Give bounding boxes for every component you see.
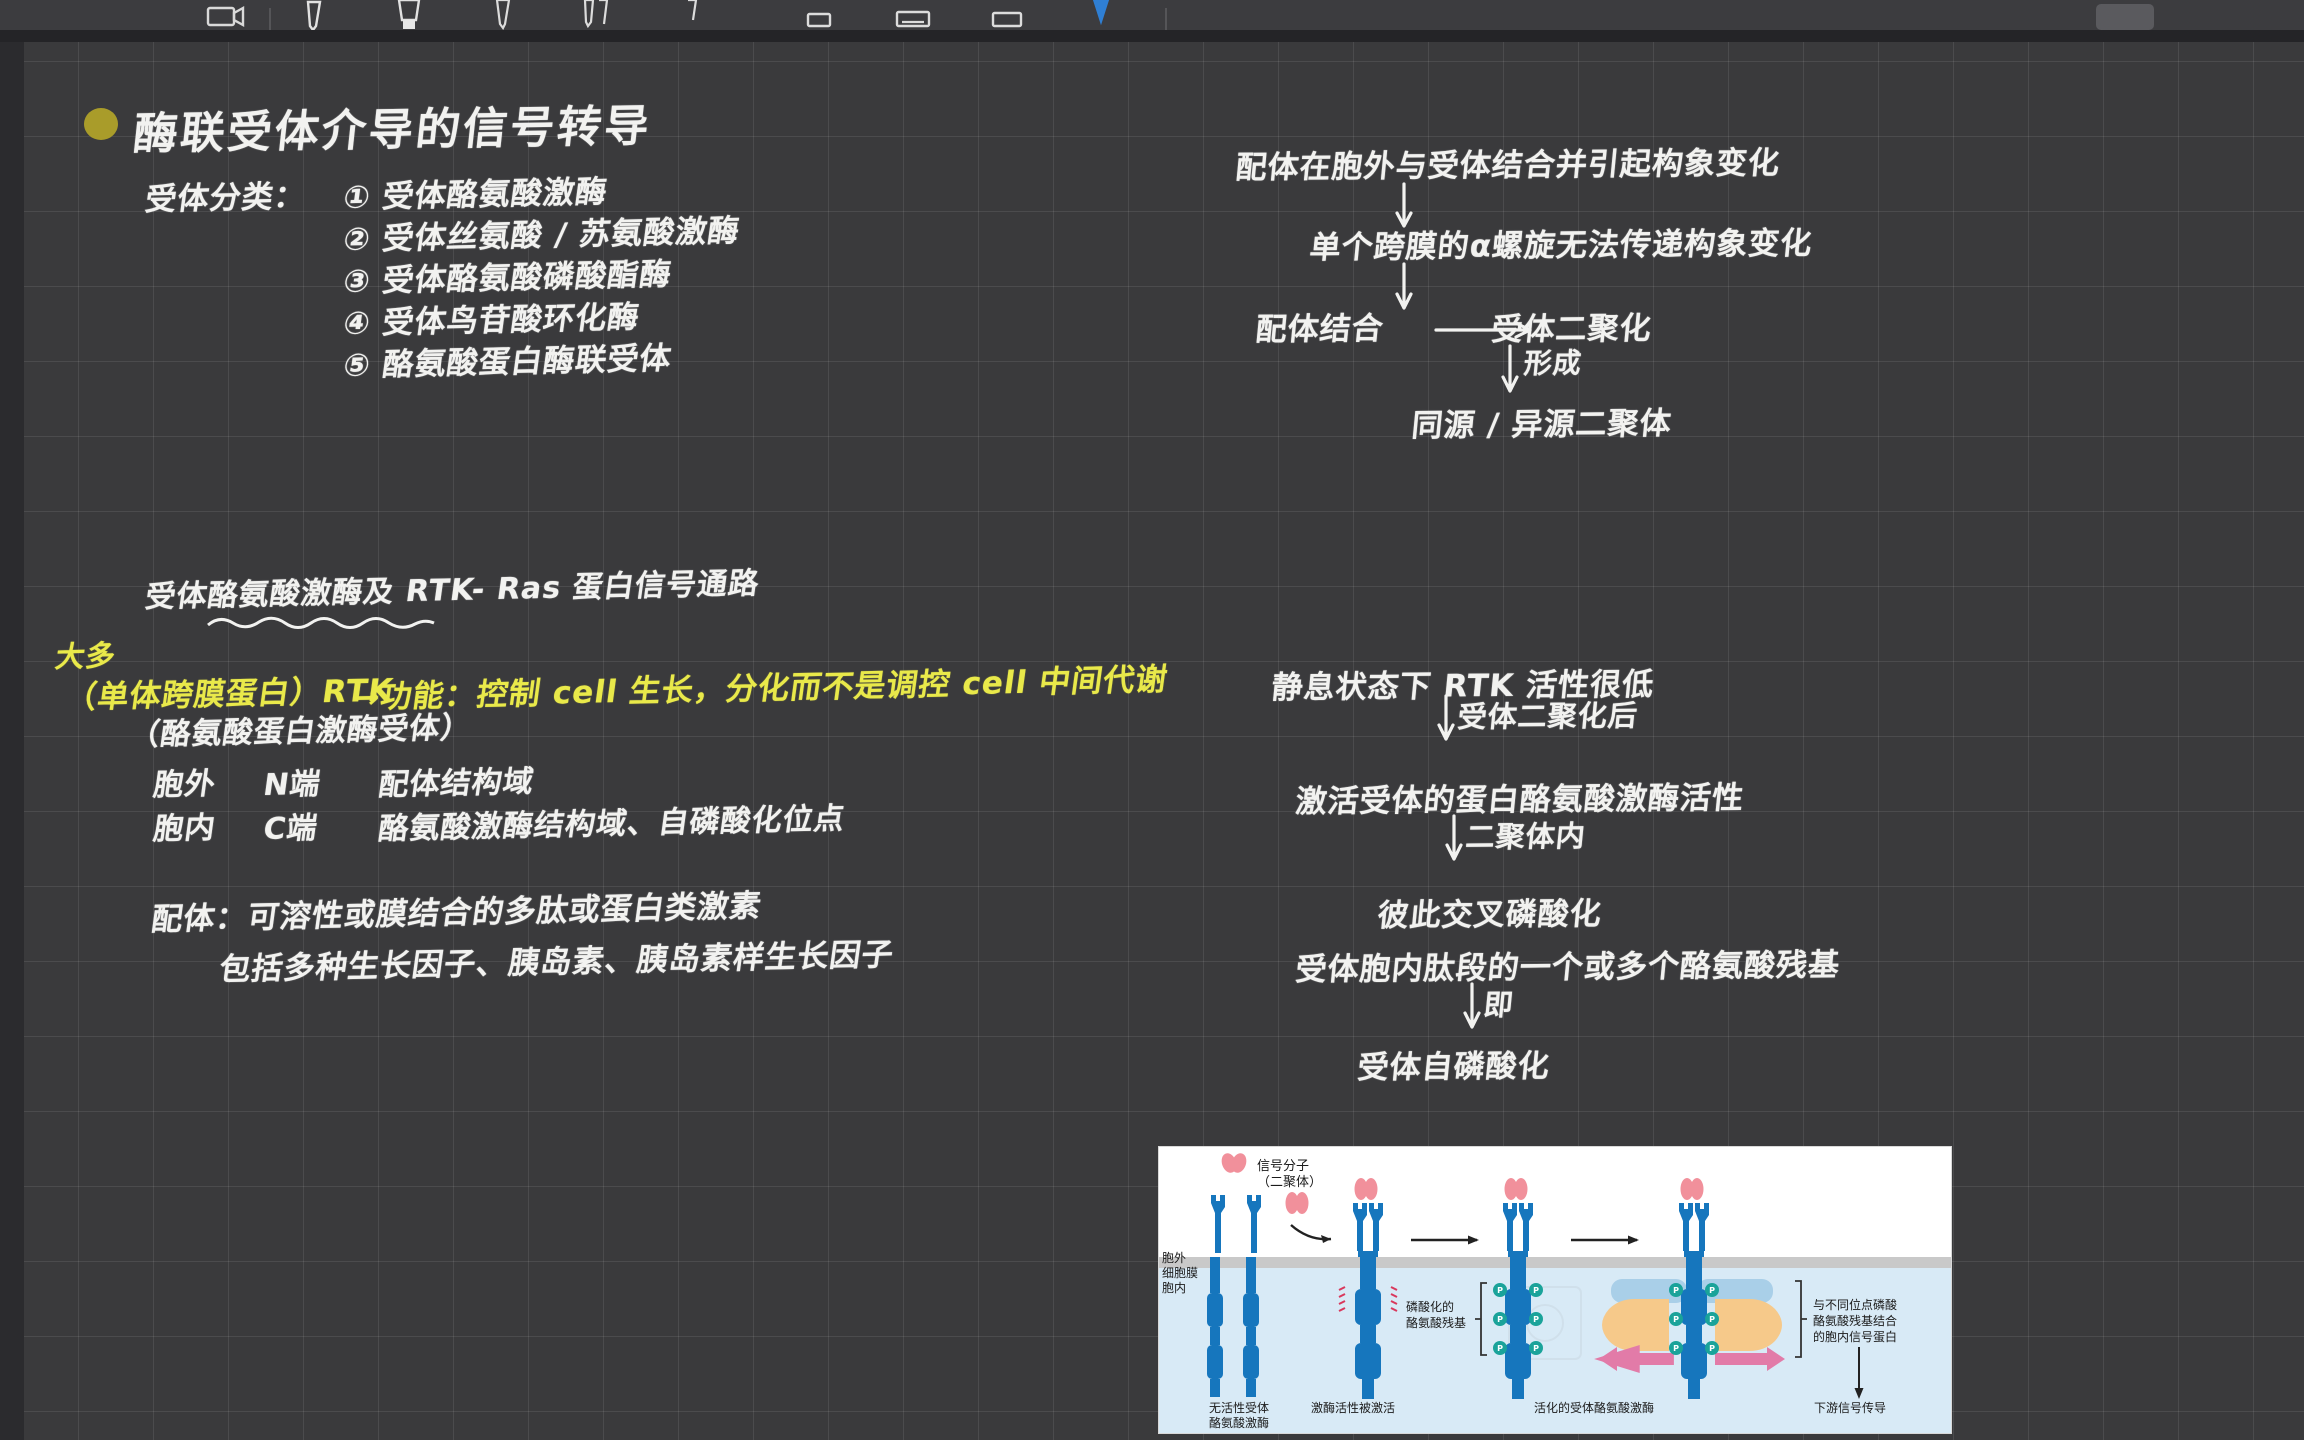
heading-squiggle-underline [207, 616, 435, 629]
pen-icon[interactable] [285, 0, 345, 30]
toolbar-shadow [0, 30, 2304, 42]
domain-row-1-side: 胞内 [151, 810, 219, 847]
domain-row-1-desc: 酪氨酸激酶结构域、自磷酸化位点 [376, 801, 848, 847]
svg-text:P: P [1673, 1286, 1679, 1295]
lower-arrow-label-3: 即 [1482, 987, 1516, 1022]
right-step-2: 单个跨膜的α螺旋无法传递构象变化 [1307, 225, 1815, 266]
arrow-label-formation: 形成 [1522, 346, 1584, 380]
svg-text:P: P [1709, 1344, 1715, 1353]
note-icon[interactable] [977, 0, 1037, 30]
diagram-signal-caption: 信号分子 （二聚体） [1257, 1159, 1323, 1190]
pencil-icon[interactable] [473, 0, 533, 30]
eraser-icon[interactable] [661, 0, 721, 30]
dimer-result: 同源 / 异源二聚体 [1409, 405, 1674, 444]
svg-text:P: P [1497, 1286, 1503, 1295]
rtk-section-heading: 受体酪氨酸激酶及 RTK- Ras 蛋白信号通路 [143, 566, 762, 615]
more-options-button[interactable] [2096, 4, 2154, 30]
lasso-icon[interactable] [1071, 0, 1131, 30]
svg-text:P: P [1673, 1344, 1679, 1353]
shape-square-icon[interactable] [789, 0, 849, 30]
camera-icon[interactable] [195, 0, 255, 30]
drawing-toolbar[interactable] [0, 0, 2304, 30]
svg-text:P: P [1533, 1315, 1539, 1324]
classification-label: 受体分类： [143, 178, 309, 218]
lower-line-3: 彼此交叉磷酸化 [1375, 896, 1604, 934]
lower-arrow-label-2: 二聚体内 [1464, 818, 1588, 854]
diagram-phospho-annotation: 磷酸化的 酪氨酸残基 [1406, 1300, 1467, 1330]
classification-item-5: ⑤ 酪氨酸蛋白酶联受体 [341, 340, 675, 384]
toolbar-divider-2 [1165, 8, 1167, 30]
diagram-bottom-label-2: 激酶活性被激活 [1311, 1401, 1396, 1415]
ligand-examples: 包括多种生长因子、胰岛素、胰岛素样生长因子 [217, 936, 897, 988]
right-step-1: 配体在胞外与受体结合并引起构象变化 [1233, 145, 1782, 186]
down-arrow-icon-3 [1501, 344, 1519, 393]
svg-text:P: P [1497, 1315, 1503, 1324]
ligand-line: 配体：可溶性或膜结合的多肽或蛋白类激素 [149, 888, 764, 938]
diagram-bottom-label-1: 无活性受体 酪氨酸激酶 [1209, 1401, 1270, 1430]
svg-text:P: P [1533, 1344, 1539, 1353]
lower-line-5: 受体自磷酸化 [1355, 1048, 1552, 1086]
diagram-side-labels: 胞外 细胞膜 胞内 [1162, 1251, 1199, 1295]
embedded-diagram-image[interactable]: P P P P P P P P P P P P 信号分子 （二聚体） 胞外 细胞… [1158, 1146, 1952, 1434]
toolbar-divider [269, 8, 271, 30]
text-box-icon[interactable] [883, 0, 943, 30]
domain-row-0-side: 胞外 [151, 766, 219, 803]
svg-text:P: P [1709, 1315, 1715, 1324]
binding-left-label: 配体结合 [1253, 310, 1386, 348]
note-app-window: 酶联受体介导的信号转导 受体分类： ① 受体酪氨酸激酶 ② 受体丝氨酸 / 苏氨… [0, 0, 2304, 1440]
domain-row-1-terminus: C端 [261, 810, 321, 847]
title-bullet-icon [84, 108, 118, 140]
svg-text:P: P [1709, 1286, 1715, 1295]
diagram-right-annotation: 与不同位点磷酸 酪氨酸残基结合 的胞内信号蛋白 [1813, 1298, 1898, 1344]
lower-arrow-label-1: 受体二聚化后 [1456, 698, 1640, 734]
down-arrow-icon-2 [1395, 262, 1413, 310]
highlighter-icon[interactable] [379, 0, 439, 30]
canvas-left-rail [0, 42, 24, 1440]
svg-text:P: P [1673, 1315, 1679, 1324]
domain-row-0-desc: 配体结构域 [376, 764, 537, 803]
rtk-subnote: （酪氨酸蛋白激酶受体） [127, 710, 475, 753]
margin-note: 大多 [53, 638, 119, 674]
svg-text:P: P [1497, 1344, 1503, 1353]
domain-row-0-terminus: N端 [261, 766, 324, 803]
diagram-bottom-label-4: 下游信号传导 [1814, 1401, 1887, 1415]
brush-icon[interactable] [567, 0, 627, 30]
svg-text:P: P [1533, 1286, 1539, 1295]
note-canvas[interactable]: 酶联受体介导的信号转导 受体分类： ① 受体酪氨酸激酶 ② 受体丝氨酸 / 苏氨… [24, 42, 2304, 1440]
diagram-bottom-label-3: 活化的受体酪氨酸激酶 [1534, 1401, 1655, 1415]
lower-line-4: 受体胞内肽段的一个或多个酪氨酸残基 [1293, 947, 1842, 988]
page-title: 酶联受体介导的信号转导 [130, 100, 655, 160]
